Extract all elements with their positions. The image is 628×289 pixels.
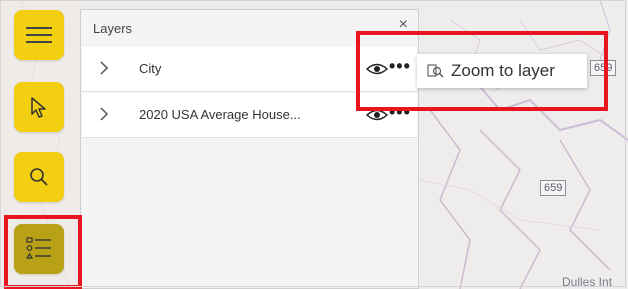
route-badge: 659 <box>590 60 617 76</box>
layers-button[interactable] <box>14 224 64 274</box>
zoom-to-layer-menu-item[interactable]: Zoom to layer <box>417 54 587 88</box>
close-button[interactable]: × <box>399 16 408 34</box>
layers-panel: Layers × City ••• 2020 USA Average House… <box>80 9 419 289</box>
eye-icon[interactable] <box>366 62 388 76</box>
menu-button[interactable] <box>14 10 64 60</box>
layer-row-city[interactable]: City ••• <box>82 47 417 92</box>
more-options-button[interactable]: ••• <box>389 57 411 75</box>
select-button[interactable] <box>14 82 64 132</box>
search-button[interactable] <box>14 152 64 202</box>
zoom-to-layer-icon <box>427 64 444 78</box>
chevron-right-icon[interactable] <box>98 59 110 77</box>
route-badge: 659 <box>540 180 567 196</box>
layer-label: City <box>139 61 162 76</box>
chevron-right-icon[interactable] <box>98 105 110 123</box>
close-icon: × <box>398 16 408 33</box>
hamburger-icon <box>26 27 52 43</box>
layer-label: 2020 USA Average House... <box>139 107 301 122</box>
search-icon <box>30 168 48 186</box>
map-place-label: Dulles Int <box>562 275 613 289</box>
panel-title: Layers <box>93 21 133 36</box>
more-options-button[interactable]: ••• <box>389 103 411 121</box>
toolbar <box>0 0 80 289</box>
layer-list-icon <box>26 237 51 259</box>
zoom-to-layer-label: Zoom to layer <box>451 61 555 80</box>
eye-icon[interactable] <box>366 108 388 122</box>
layer-row-house-value[interactable]: 2020 USA Average House... ••• <box>82 93 417 138</box>
pointer-icon <box>31 97 46 118</box>
